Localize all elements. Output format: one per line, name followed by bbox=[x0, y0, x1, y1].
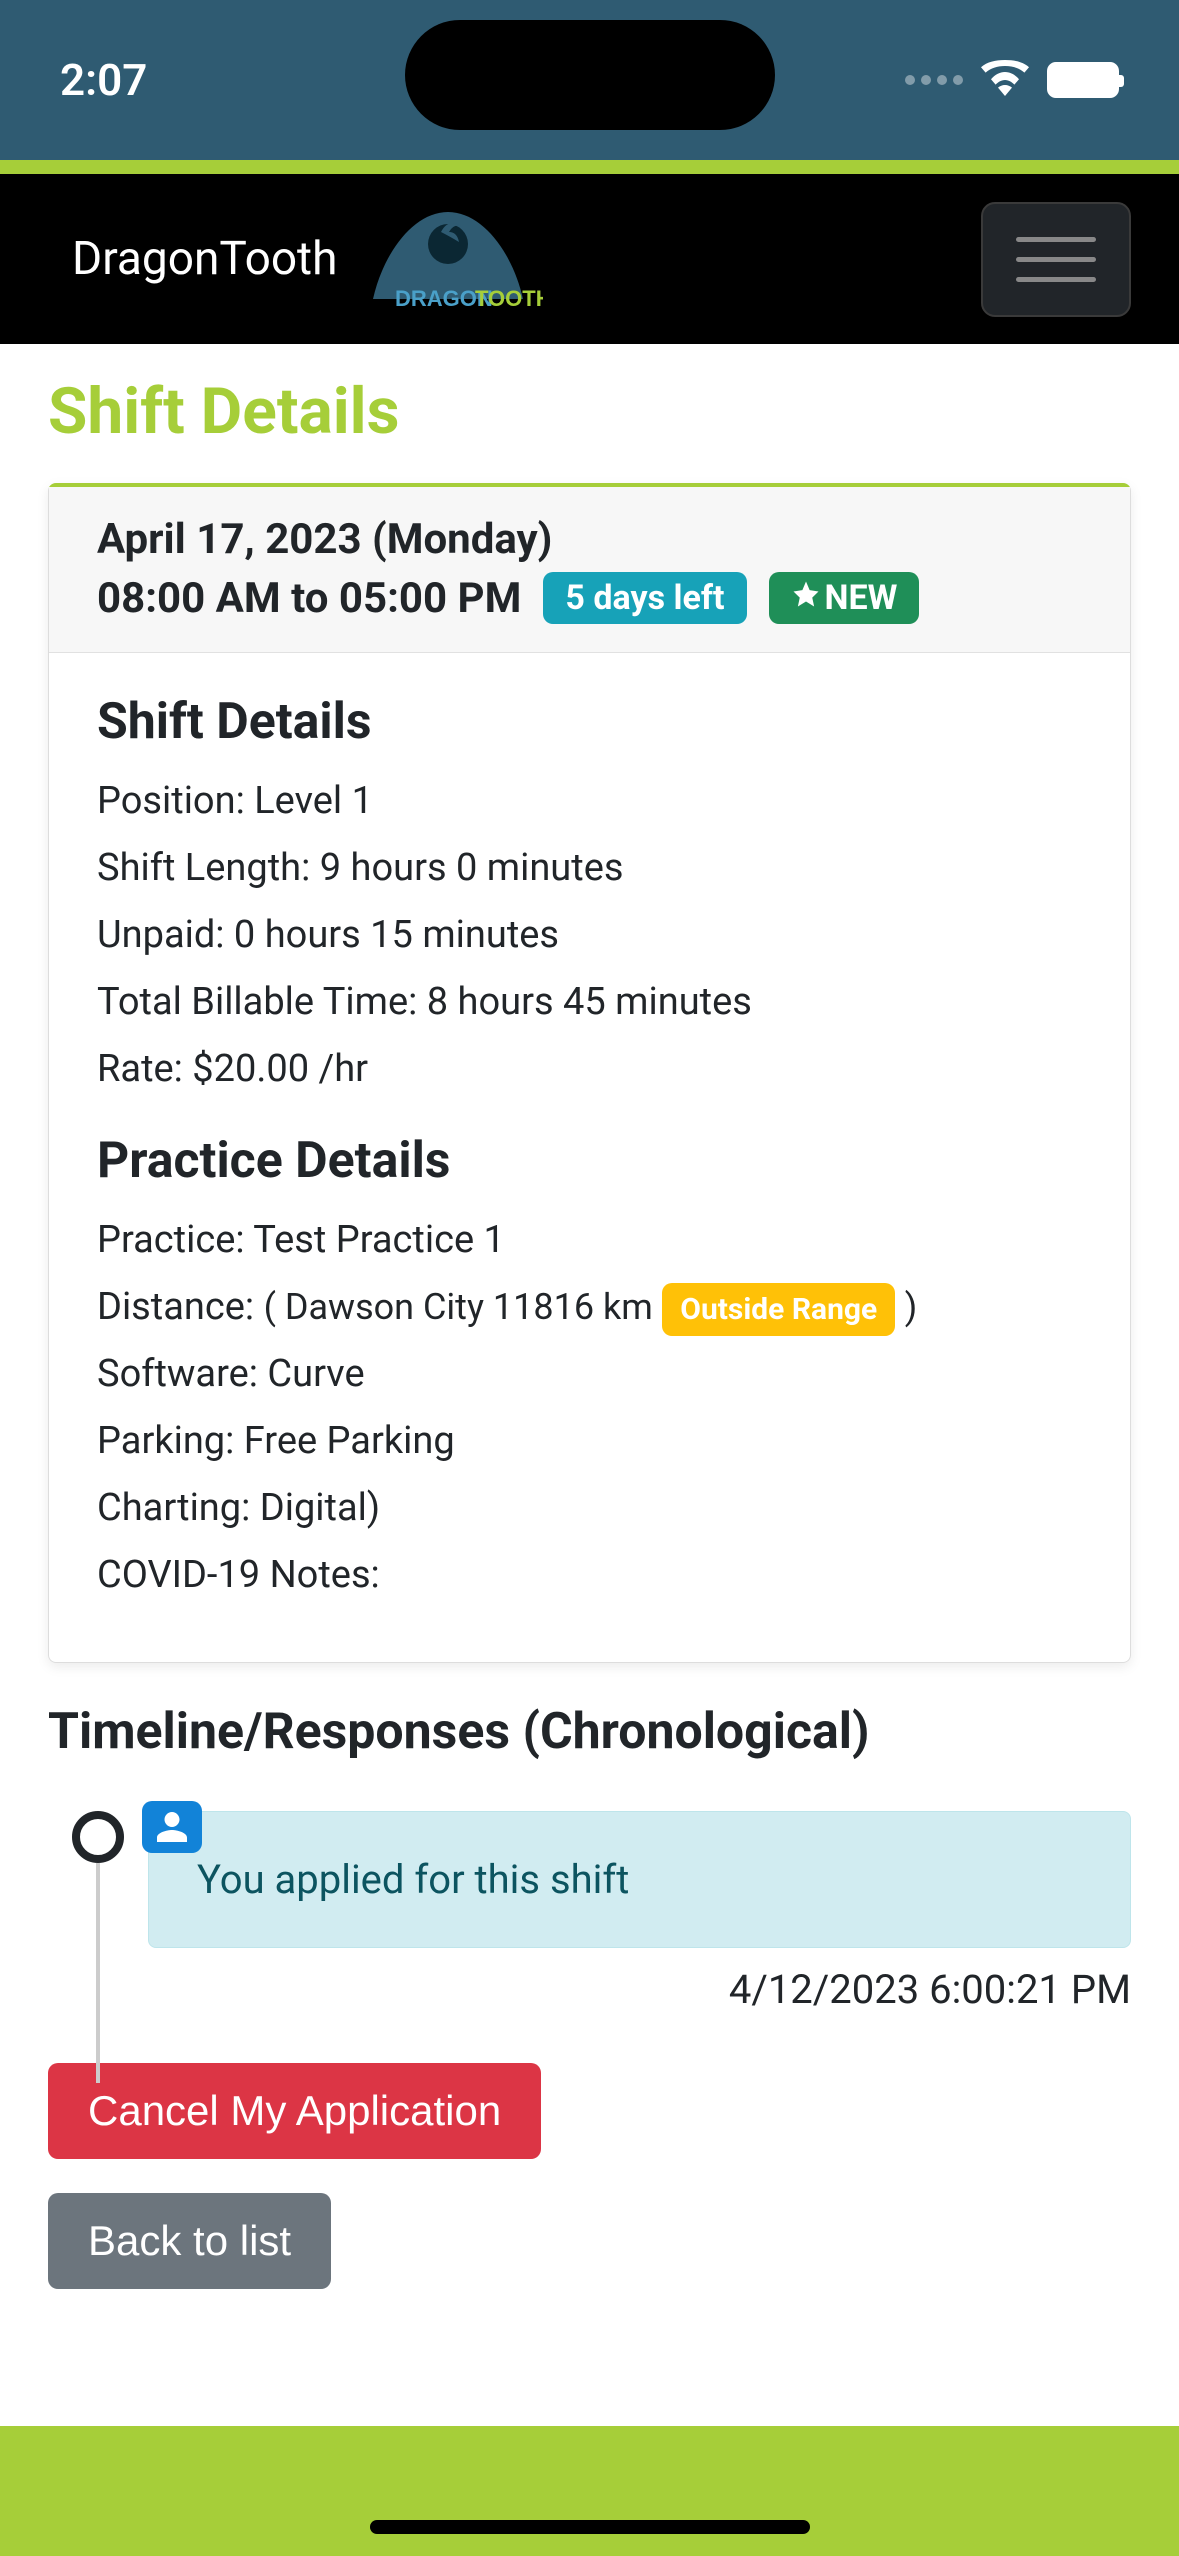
days-left-badge: 5 days left bbox=[543, 572, 746, 624]
timeline: You applied for this shift 4/12/2023 6:0… bbox=[48, 1811, 1131, 2013]
menu-toggle-button[interactable] bbox=[981, 202, 1131, 317]
distance-close: ) bbox=[905, 1286, 918, 1328]
star-icon bbox=[791, 578, 821, 618]
shift-rate: Rate: $20.00 /hr bbox=[97, 1041, 1082, 1098]
shift-length: Shift Length: 9 hours 0 minutes bbox=[97, 840, 1082, 897]
page-title: Shift Details bbox=[48, 374, 1131, 449]
practice-charting: Charting: Digital) bbox=[97, 1480, 1082, 1537]
back-to-list-button[interactable]: Back to list bbox=[48, 2193, 331, 2289]
timeline-line bbox=[96, 1863, 100, 2083]
practice-name: Practice: Test Practice 1 bbox=[97, 1212, 1082, 1269]
timeline-marker-icon bbox=[72, 1811, 124, 1863]
home-indicator[interactable] bbox=[370, 2520, 810, 2534]
person-icon bbox=[142, 1801, 202, 1853]
shift-date: April 17, 2023 (Monday) bbox=[97, 515, 1082, 564]
cancel-application-button[interactable]: Cancel My Application bbox=[48, 2063, 541, 2159]
content: Shift Details April 17, 2023 (Monday) 08… bbox=[0, 344, 1179, 2426]
practice-covid: COVID-19 Notes: bbox=[97, 1547, 1082, 1604]
shift-billable: Total Billable Time: 8 hours 45 minutes bbox=[97, 974, 1082, 1031]
dynamic-island bbox=[405, 20, 775, 130]
svg-text:TOOTH: TOOTH bbox=[475, 286, 543, 311]
card-body: Shift Details Position: Level 1 Shift Le… bbox=[49, 653, 1130, 1662]
practice-parking: Parking: Free Parking bbox=[97, 1413, 1082, 1470]
shift-unpaid: Unpaid: 0 hours 15 minutes bbox=[97, 907, 1082, 964]
distance-label: Distance: bbox=[97, 1285, 254, 1329]
shift-time: 08:00 AM to 05:00 PM bbox=[97, 574, 521, 623]
timeline-heading: Timeline/Responses (Chronological) bbox=[48, 1703, 1131, 1761]
status-icons bbox=[905, 59, 1119, 101]
navbar: DragonTooth DRAGON TOOTH bbox=[0, 174, 1179, 344]
practice-details-heading: Practice Details bbox=[97, 1132, 1082, 1190]
practice-software: Software: Curve bbox=[97, 1346, 1082, 1403]
brand[interactable]: DragonTooth DRAGON TOOTH bbox=[72, 204, 543, 314]
new-badge-label: NEW bbox=[825, 578, 898, 618]
accent-strip bbox=[0, 160, 1179, 174]
status-bar: 2:07 bbox=[0, 0, 1179, 160]
shift-card: April 17, 2023 (Monday) 08:00 AM to 05:0… bbox=[48, 483, 1131, 1663]
card-header: April 17, 2023 (Monday) 08:00 AM to 05:0… bbox=[49, 487, 1130, 653]
distance-value: ( Dawson City 11816 km bbox=[264, 1286, 653, 1328]
timeline-message: You applied for this shift bbox=[148, 1811, 1131, 1948]
brand-logo-icon: DRAGON TOOTH bbox=[353, 204, 543, 314]
practice-distance: Distance: ( Dawson City 11816 km Outside… bbox=[97, 1279, 1082, 1336]
brand-text: DragonTooth bbox=[72, 232, 337, 286]
timeline-timestamp: 4/12/2023 6:00:21 PM bbox=[48, 1966, 1131, 2013]
shift-position: Position: Level 1 bbox=[97, 773, 1082, 830]
new-badge: NEW bbox=[769, 572, 920, 624]
status-time: 2:07 bbox=[60, 54, 147, 106]
footer-bar bbox=[0, 2426, 1179, 2556]
outside-range-badge: Outside Range bbox=[662, 1283, 895, 1336]
cellular-icon bbox=[905, 75, 963, 85]
battery-icon bbox=[1047, 62, 1119, 98]
shift-details-heading: Shift Details bbox=[97, 693, 1082, 751]
wifi-icon bbox=[981, 59, 1029, 101]
